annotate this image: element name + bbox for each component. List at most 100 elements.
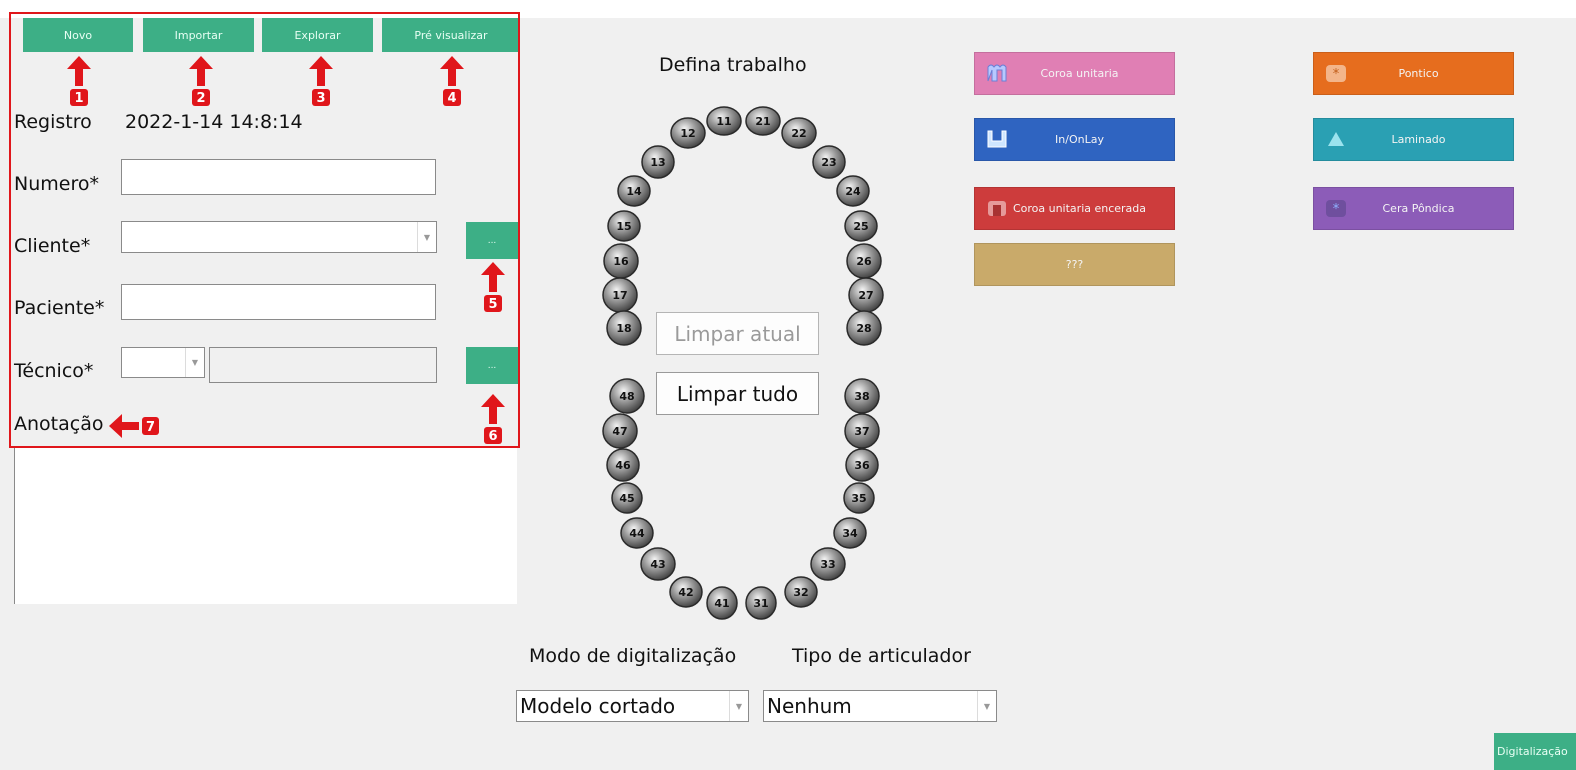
annotation-textarea[interactable] [14,446,517,604]
veneer-icon [1328,132,1344,146]
scan-mode-value: Modelo cortado [520,694,676,718]
tooth-42[interactable]: 42 [669,576,703,608]
tooth-13[interactable]: 13 [641,145,675,179]
tooth-31[interactable]: 31 [745,586,777,620]
chevron-down-icon: ▼ [729,691,748,721]
scan-mode-select[interactable]: Modelo cortado ▼ [516,690,749,722]
work-type-inlay-onlay[interactable]: In/OnLay [974,118,1175,161]
tooth-number: 37 [854,425,869,438]
tooth-number: 22 [791,127,806,140]
tooth-number: 48 [619,390,634,403]
clear-current-button[interactable]: Limpar atual [656,312,819,355]
work-type-unknown[interactable]: ??? [974,243,1175,286]
tooth-46[interactable]: 46 [606,448,640,482]
tooth-32[interactable]: 32 [784,576,818,608]
work-type-coroa-unitaria[interactable]: Coroa unitaria [974,52,1175,95]
tooth-number: 32 [793,586,808,599]
tooth-number: 31 [753,597,768,610]
tooth-number: 25 [853,220,868,233]
svg-text:*: * [1333,202,1340,217]
tooth-34[interactable]: 34 [833,517,867,549]
tooth-18[interactable]: 18 [606,310,642,346]
work-type-pontico[interactable]: * Pontico [1313,52,1514,95]
work-type-coroa-unitaria-encerada[interactable]: Coroa unitaria encerada [974,187,1175,230]
cliente-browse-button[interactable]: ... [466,222,518,259]
articulator-value: Nenhum [767,694,852,718]
tooth-number: 11 [716,115,731,128]
top-strip [0,0,1576,18]
tooth-25[interactable]: 25 [844,210,878,242]
explore-button[interactable]: Explorar [262,18,373,52]
import-button[interactable]: Importar [143,18,254,52]
anotacao-label: Anotação [14,413,104,435]
clear-all-button[interactable]: Limpar tudo [656,372,819,415]
new-button[interactable]: Novo [23,18,133,52]
tooth-number: 46 [615,459,631,472]
tooth-38[interactable]: 38 [844,378,880,414]
numero-label: Numero* [14,173,99,195]
cliente-dropdown[interactable]: ▼ [121,221,437,253]
tooth-12[interactable]: 12 [670,117,706,149]
tooth-16[interactable]: 16 [603,243,639,279]
registro-label: Registro [14,111,92,133]
tooth-number: 23 [821,156,836,169]
tooth-41[interactable]: 41 [706,586,738,620]
tooth-number: 38 [854,390,869,403]
marker-5-number: 5 [488,297,497,312]
tooth-36[interactable]: 36 [845,448,879,482]
tooth-45[interactable]: 45 [611,482,643,514]
tooth-23[interactable]: 23 [812,145,846,179]
tooth-28[interactable]: 28 [846,310,882,346]
tooth-number: 12 [680,127,695,140]
tooth-21[interactable]: 21 [745,106,781,136]
tooth-47[interactable]: 47 [602,413,638,449]
tooth-number: 21 [755,115,770,128]
tooth-number: 17 [612,289,627,302]
tooth-35[interactable]: 35 [843,482,875,514]
tooth-11[interactable]: 11 [706,106,742,136]
tooth-number: 41 [714,597,729,610]
marker-5-arrow-icon: 5 [481,262,505,312]
tooth-number: 34 [842,527,858,540]
tooth-17[interactable]: 17 [602,277,638,313]
tooth-27[interactable]: 27 [848,277,884,313]
tooth-chart[interactable]: 11 12 13 14 15 16 17 18 21 22 23 24 25 26 27 28 31 32 33 34… [590,100,890,625]
numero-field[interactable] [121,159,436,195]
marker-7-number: 7 [146,420,155,435]
tooth-14[interactable]: 14 [617,175,651,207]
tooth-number: 24 [845,185,861,198]
tecnico-label: Técnico* [14,360,94,382]
chevron-down-icon: ▼ [417,222,436,252]
tooth-number: 26 [856,255,872,268]
marker-1-number: 1 [74,91,83,106]
work-type-cera-pondica[interactable]: * Cera Pôndica [1313,187,1514,230]
tecnico-dropdown[interactable]: ▼ [121,347,205,378]
wax-crown-icon [988,201,1006,216]
tooth-22[interactable]: 22 [781,117,817,149]
tooth-number: 28 [856,322,871,335]
tooth-15[interactable]: 15 [607,210,641,242]
preview-button[interactable]: Pré visualizar [382,18,520,52]
tooth-37[interactable]: 37 [844,413,880,449]
tooth-43[interactable]: 43 [640,547,676,581]
tooth-26[interactable]: 26 [846,243,882,279]
tooth-33[interactable]: 33 [810,547,846,581]
svg-text:*: * [1333,67,1340,82]
work-type-laminado[interactable]: Laminado [1313,118,1514,161]
articulator-select[interactable]: Nenhum ▼ [763,690,997,722]
scan-button[interactable]: Digitalização [1494,733,1576,770]
tecnico-browse-button[interactable]: ... [466,347,518,384]
tooth-number: 18 [616,322,631,335]
tooth-48[interactable]: 48 [609,378,645,414]
tooth-number: 16 [613,255,629,268]
tooth-44[interactable]: 44 [620,517,654,549]
define-work-title: Defina trabalho [659,54,807,76]
tooth-number: 15 [616,220,631,233]
pontic-icon: * [1326,65,1346,82]
chevron-down-icon: ▼ [185,348,204,377]
tooth-24[interactable]: 24 [836,175,870,207]
tooth-number: 33 [820,558,835,571]
tecnico-name-field[interactable] [209,347,437,383]
paciente-field[interactable] [121,284,436,320]
registro-value: 2022-1-14 14:8:14 [125,111,303,133]
